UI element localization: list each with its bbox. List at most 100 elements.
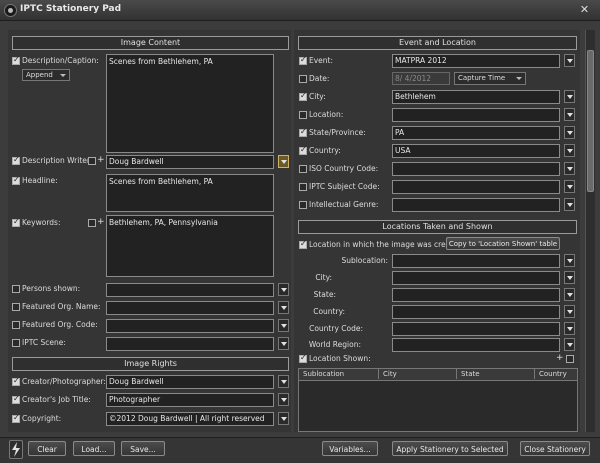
created-state-field[interactable] xyxy=(392,288,560,302)
column-city[interactable]: City xyxy=(379,369,457,379)
creator-dropdown[interactable] xyxy=(278,375,289,388)
keywords-field[interactable]: Bethlehem, PA, Pennsylvania xyxy=(106,215,274,277)
job-title-field[interactable]: Photographer xyxy=(106,393,274,407)
org-name-checkbox[interactable] xyxy=(12,303,20,311)
column-country[interactable]: Country xyxy=(535,369,577,379)
genre-field[interactable] xyxy=(392,198,560,212)
location-dropdown[interactable] xyxy=(564,108,575,121)
copyright-field[interactable]: ©2012 Doug Bardwell | All right reserved xyxy=(106,412,274,426)
created-city-dropdown[interactable] xyxy=(564,271,575,284)
event-checkbox[interactable] xyxy=(299,55,307,65)
world-region-field[interactable] xyxy=(392,338,560,352)
writers-dropdown[interactable] xyxy=(278,155,289,168)
scrollbar[interactable] xyxy=(585,30,595,432)
org-name-dropdown[interactable] xyxy=(278,301,289,314)
apply-stationery-button[interactable]: Apply Stationery to Selected xyxy=(392,441,508,456)
iso-checkbox[interactable] xyxy=(299,165,307,173)
date-field[interactable]: 8/ 4/2012 xyxy=(392,72,450,85)
job-title-checkbox[interactable] xyxy=(12,394,20,404)
country-field[interactable]: USA xyxy=(392,144,560,158)
job-title-dropdown[interactable] xyxy=(278,393,289,406)
genre-dropdown[interactable] xyxy=(564,198,575,211)
clear-button[interactable]: Clear xyxy=(28,441,66,456)
event-field[interactable]: MATPRA 2012 xyxy=(392,54,560,68)
iso-field[interactable] xyxy=(392,162,560,176)
world-region-label: World Region: xyxy=(308,340,361,349)
image-rights-header: Image Rights xyxy=(12,357,289,371)
location-shown-checkbox[interactable] xyxy=(299,353,307,363)
persons-field[interactable] xyxy=(106,283,274,297)
app-icon xyxy=(4,4,17,17)
city-checkbox[interactable] xyxy=(299,91,307,101)
creator-field[interactable]: Doug Bardwell xyxy=(106,375,274,389)
world-region-dropdown[interactable] xyxy=(564,338,575,351)
subject-checkbox[interactable] xyxy=(299,183,307,191)
keywords-add-checkbox[interactable] xyxy=(88,219,96,227)
org-name-field[interactable] xyxy=(106,301,274,315)
close-stationery-button[interactable]: Close Stationery xyxy=(520,441,590,456)
created-state-dropdown[interactable] xyxy=(564,288,575,301)
iso-label: ISO Country Code: xyxy=(309,164,379,173)
genre-checkbox[interactable] xyxy=(299,201,307,209)
save-button[interactable]: Save... xyxy=(121,441,165,456)
sublocation-dropdown[interactable] xyxy=(564,254,575,267)
state-field[interactable]: PA xyxy=(392,126,560,140)
location-checkbox[interactable] xyxy=(299,111,307,119)
event-dropdown[interactable] xyxy=(564,54,575,67)
event-location-header: Event and Location xyxy=(298,36,577,50)
country-dropdown[interactable] xyxy=(564,144,575,157)
state-checkbox[interactable] xyxy=(299,127,307,137)
location-shown-table[interactable]: Sublocation City State Country xyxy=(298,368,578,432)
copyright-dropdown[interactable] xyxy=(278,412,289,425)
creator-label: Creator/Photographer: xyxy=(22,377,106,386)
subject-field[interactable] xyxy=(392,180,560,194)
load-button[interactable]: Load... xyxy=(73,441,115,456)
variables-button[interactable]: Variables... xyxy=(322,441,378,456)
org-code-checkbox[interactable] xyxy=(12,321,20,329)
country-checkbox[interactable] xyxy=(299,145,307,155)
creator-checkbox[interactable] xyxy=(12,376,20,386)
iptc-scene-dropdown[interactable] xyxy=(278,337,289,350)
created-country-code-label: Country Code: xyxy=(309,324,363,333)
headline-checkbox[interactable] xyxy=(12,175,20,185)
column-sublocation[interactable]: Sublocation xyxy=(299,369,379,379)
city-field[interactable]: Bethlehem xyxy=(392,90,560,104)
org-code-dropdown[interactable] xyxy=(278,319,289,332)
created-country-code-dropdown[interactable] xyxy=(564,322,575,335)
location-shown-add-checkbox[interactable] xyxy=(566,355,574,363)
org-code-field[interactable] xyxy=(106,319,274,333)
writers-plus-icon: + xyxy=(97,155,105,165)
date-checkbox[interactable] xyxy=(299,75,307,83)
location-field[interactable] xyxy=(392,108,560,122)
column-state[interactable]: State xyxy=(457,369,535,379)
location-created-checkbox[interactable] xyxy=(299,239,307,249)
created-city-field[interactable] xyxy=(392,271,560,285)
sublocation-field[interactable] xyxy=(392,254,560,268)
description-mode-select[interactable]: Append xyxy=(22,69,70,81)
writers-checkbox[interactable] xyxy=(12,155,20,165)
scrollbar-thumb[interactable] xyxy=(587,50,594,192)
iso-dropdown[interactable] xyxy=(564,162,575,175)
writers-add-checkbox[interactable] xyxy=(88,157,96,165)
keywords-checkbox[interactable] xyxy=(12,217,20,227)
created-country-dropdown[interactable] xyxy=(564,305,575,318)
description-checkbox[interactable] xyxy=(12,55,20,65)
writers-field[interactable]: Doug Bardwell xyxy=(106,155,274,169)
capture-time-select[interactable]: Capture Time xyxy=(454,72,526,85)
description-field[interactable]: Scenes from Bethlehem, PA xyxy=(106,54,274,153)
close-icon[interactable]: ✕ xyxy=(578,4,591,16)
state-dropdown[interactable] xyxy=(564,126,575,139)
iptc-scene-checkbox[interactable] xyxy=(12,339,20,347)
persons-dropdown[interactable] xyxy=(278,283,289,296)
subject-dropdown[interactable] xyxy=(564,180,575,193)
headline-field[interactable]: Scenes from Bethlehem, PA xyxy=(106,174,274,212)
created-country-field[interactable] xyxy=(392,305,560,319)
created-country-code-field[interactable] xyxy=(392,322,560,336)
copy-to-location-shown-button[interactable]: Copy to 'Location Shown' table xyxy=(446,237,560,250)
iptc-scene-field[interactable] xyxy=(106,337,274,351)
city-dropdown[interactable] xyxy=(564,90,575,103)
lightning-icon[interactable] xyxy=(9,440,23,459)
created-country-label: Country: xyxy=(313,307,345,316)
persons-checkbox[interactable] xyxy=(12,285,20,293)
copyright-checkbox[interactable] xyxy=(12,413,20,423)
